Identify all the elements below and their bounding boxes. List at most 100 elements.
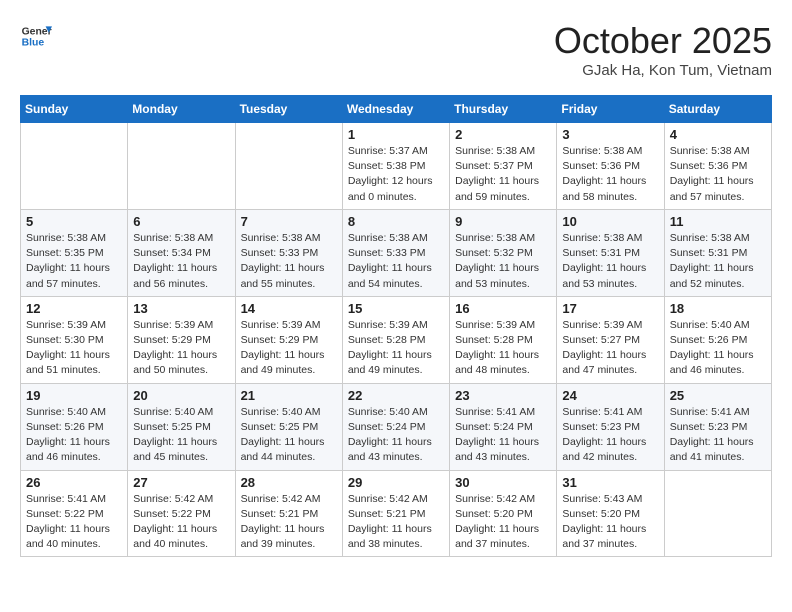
column-header-monday: Monday [128, 96, 235, 123]
day-number: 10 [562, 214, 658, 229]
calendar-cell [128, 123, 235, 210]
calendar-cell: 14 Sunrise: 5:39 AM Sunset: 5:29 PM Dayli… [235, 296, 342, 383]
day-number: 11 [670, 214, 766, 229]
day-number: 22 [348, 388, 444, 403]
day-number: 6 [133, 214, 229, 229]
day-number: 21 [241, 388, 337, 403]
column-header-tuesday: Tuesday [235, 96, 342, 123]
day-info: Sunrise: 5:39 AM Sunset: 5:28 PM Dayligh… [455, 318, 551, 379]
calendar-cell: 3 Sunrise: 5:38 AM Sunset: 5:36 PM Daylig… [557, 123, 664, 210]
column-header-thursday: Thursday [450, 96, 557, 123]
calendar-cell: 21 Sunrise: 5:40 AM Sunset: 5:25 PM Dayli… [235, 383, 342, 470]
calendar-cell: 26 Sunrise: 5:41 AM Sunset: 5:22 PM Dayli… [21, 470, 128, 557]
day-info: Sunrise: 5:39 AM Sunset: 5:28 PM Dayligh… [348, 318, 444, 379]
day-number: 8 [348, 214, 444, 229]
day-number: 12 [26, 301, 122, 316]
calendar-cell: 25 Sunrise: 5:41 AM Sunset: 5:23 PM Dayli… [664, 383, 771, 470]
day-number: 3 [562, 127, 658, 142]
day-number: 17 [562, 301, 658, 316]
calendar-cell: 11 Sunrise: 5:38 AM Sunset: 5:31 PM Dayli… [664, 209, 771, 296]
day-info: Sunrise: 5:38 AM Sunset: 5:33 PM Dayligh… [348, 231, 444, 292]
calendar-cell: 22 Sunrise: 5:40 AM Sunset: 5:24 PM Dayli… [342, 383, 449, 470]
day-info: Sunrise: 5:38 AM Sunset: 5:31 PM Dayligh… [562, 231, 658, 292]
day-number: 25 [670, 388, 766, 403]
day-number: 29 [348, 475, 444, 490]
calendar-cell: 23Sunrise: 5:41 AM Sunset: 5:24 PM Dayli… [450, 383, 557, 470]
day-info: Sunrise: 5:41 AM Sunset: 5:23 PM Dayligh… [562, 405, 658, 466]
logo-icon: General Blue [20, 20, 52, 52]
day-info: Sunrise: 5:40 AM Sunset: 5:25 PM Dayligh… [241, 405, 337, 466]
day-info: Sunrise: 5:42 AM Sunset: 5:20 PM Dayligh… [455, 492, 551, 553]
day-info: Sunrise: 5:39 AM Sunset: 5:29 PM Dayligh… [241, 318, 337, 379]
calendar-cell: 20Sunrise: 5:40 AM Sunset: 5:25 PM Dayli… [128, 383, 235, 470]
svg-text:Blue: Blue [22, 38, 45, 49]
calendar-cell: 30 Sunrise: 5:42 AM Sunset: 5:20 PM Dayli… [450, 470, 557, 557]
day-number: 7 [241, 214, 337, 229]
calendar-table: SundayMondayTuesdayWednesdayThursdayFrid… [20, 95, 772, 557]
calendar-cell: 8 Sunrise: 5:38 AM Sunset: 5:33 PM Daylig… [342, 209, 449, 296]
day-number: 14 [241, 301, 337, 316]
day-number: 16 [455, 301, 551, 316]
day-info: Sunrise: 5:40 AM Sunset: 5:24 PM Dayligh… [348, 405, 444, 466]
day-number: 15 [348, 301, 444, 316]
day-info: Sunrise: 5:41 AM Sunset: 5:23 PM Dayligh… [670, 405, 766, 466]
calendar-cell: 31Sunrise: 5:43 AM Sunset: 5:20 PM Dayli… [557, 470, 664, 557]
day-info: Sunrise: 5:38 AM Sunset: 5:34 PM Dayligh… [133, 231, 229, 292]
calendar-cell: 10 Sunrise: 5:38 AM Sunset: 5:31 PM Dayli… [557, 209, 664, 296]
day-info: Sunrise: 5:40 AM Sunset: 5:26 PM Dayligh… [26, 405, 122, 466]
calendar-cell: 27 Sunrise: 5:42 AM Sunset: 5:22 PM Dayli… [128, 470, 235, 557]
day-info: Sunrise: 5:38 AM Sunset: 5:32 PM Dayligh… [455, 231, 551, 292]
day-info: Sunrise: 5:38 AM Sunset: 5:33 PM Dayligh… [241, 231, 337, 292]
calendar-cell: 28Sunrise: 5:42 AM Sunset: 5:21 PM Dayli… [235, 470, 342, 557]
day-info: Sunrise: 5:42 AM Sunset: 5:22 PM Dayligh… [133, 492, 229, 553]
day-info: Sunrise: 5:37 AM Sunset: 5:38 PM Dayligh… [348, 144, 444, 205]
page-header: General Blue October 2025 GJak Ha, Kon T… [20, 20, 772, 79]
day-number: 9 [455, 214, 551, 229]
day-info: Sunrise: 5:38 AM Sunset: 5:35 PM Dayligh… [26, 231, 122, 292]
calendar-cell: 2Sunrise: 5:38 AM Sunset: 5:37 PM Daylig… [450, 123, 557, 210]
column-header-wednesday: Wednesday [342, 96, 449, 123]
day-number: 2 [455, 127, 551, 142]
calendar-cell: 17Sunrise: 5:39 AM Sunset: 5:27 PM Dayli… [557, 296, 664, 383]
day-info: Sunrise: 5:38 AM Sunset: 5:36 PM Dayligh… [670, 144, 766, 205]
calendar-cell: 12Sunrise: 5:39 AM Sunset: 5:30 PM Dayli… [21, 296, 128, 383]
calendar-cell: 24Sunrise: 5:41 AM Sunset: 5:23 PM Dayli… [557, 383, 664, 470]
day-info: Sunrise: 5:43 AM Sunset: 5:20 PM Dayligh… [562, 492, 658, 553]
calendar-cell: 9 Sunrise: 5:38 AM Sunset: 5:32 PM Daylig… [450, 209, 557, 296]
day-info: Sunrise: 5:38 AM Sunset: 5:36 PM Dayligh… [562, 144, 658, 205]
calendar-cell: 13Sunrise: 5:39 AM Sunset: 5:29 PM Dayli… [128, 296, 235, 383]
day-info: Sunrise: 5:40 AM Sunset: 5:26 PM Dayligh… [670, 318, 766, 379]
day-number: 28 [241, 475, 337, 490]
calendar-cell [235, 123, 342, 210]
logo: General Blue [20, 20, 52, 52]
day-info: Sunrise: 5:38 AM Sunset: 5:31 PM Dayligh… [670, 231, 766, 292]
calendar-cell: 18 Sunrise: 5:40 AM Sunset: 5:26 PM Dayli… [664, 296, 771, 383]
calendar-cell: 16 Sunrise: 5:39 AM Sunset: 5:28 PM Dayli… [450, 296, 557, 383]
day-info: Sunrise: 5:42 AM Sunset: 5:21 PM Dayligh… [348, 492, 444, 553]
calendar-cell: 29 Sunrise: 5:42 AM Sunset: 5:21 PM Dayli… [342, 470, 449, 557]
calendar-cell: 15 Sunrise: 5:39 AM Sunset: 5:28 PM Dayli… [342, 296, 449, 383]
day-number: 30 [455, 475, 551, 490]
day-info: Sunrise: 5:39 AM Sunset: 5:29 PM Dayligh… [133, 318, 229, 379]
calendar-cell [21, 123, 128, 210]
day-number: 23 [455, 388, 551, 403]
calendar-cell: 4 Sunrise: 5:38 AM Sunset: 5:36 PM Daylig… [664, 123, 771, 210]
location: GJak Ha, Kon Tum, Vietnam [554, 62, 772, 79]
day-number: 4 [670, 127, 766, 142]
day-number: 19 [26, 388, 122, 403]
calendar-cell: 6 Sunrise: 5:38 AM Sunset: 5:34 PM Daylig… [128, 209, 235, 296]
column-header-friday: Friday [557, 96, 664, 123]
day-number: 26 [26, 475, 122, 490]
column-header-sunday: Sunday [21, 96, 128, 123]
calendar-cell: 5 Sunrise: 5:38 AM Sunset: 5:35 PM Daylig… [21, 209, 128, 296]
calendar-cell: 7 Sunrise: 5:38 AM Sunset: 5:33 PM Daylig… [235, 209, 342, 296]
column-header-saturday: Saturday [664, 96, 771, 123]
calendar-cell: 1 Sunrise: 5:37 AM Sunset: 5:38 PM Daylig… [342, 123, 449, 210]
day-number: 5 [26, 214, 122, 229]
day-number: 18 [670, 301, 766, 316]
title-block: October 2025 GJak Ha, Kon Tum, Vietnam [554, 20, 772, 79]
day-info: Sunrise: 5:41 AM Sunset: 5:22 PM Dayligh… [26, 492, 122, 553]
day-number: 27 [133, 475, 229, 490]
day-number: 1 [348, 127, 444, 142]
month-title: October 2025 [554, 20, 772, 62]
